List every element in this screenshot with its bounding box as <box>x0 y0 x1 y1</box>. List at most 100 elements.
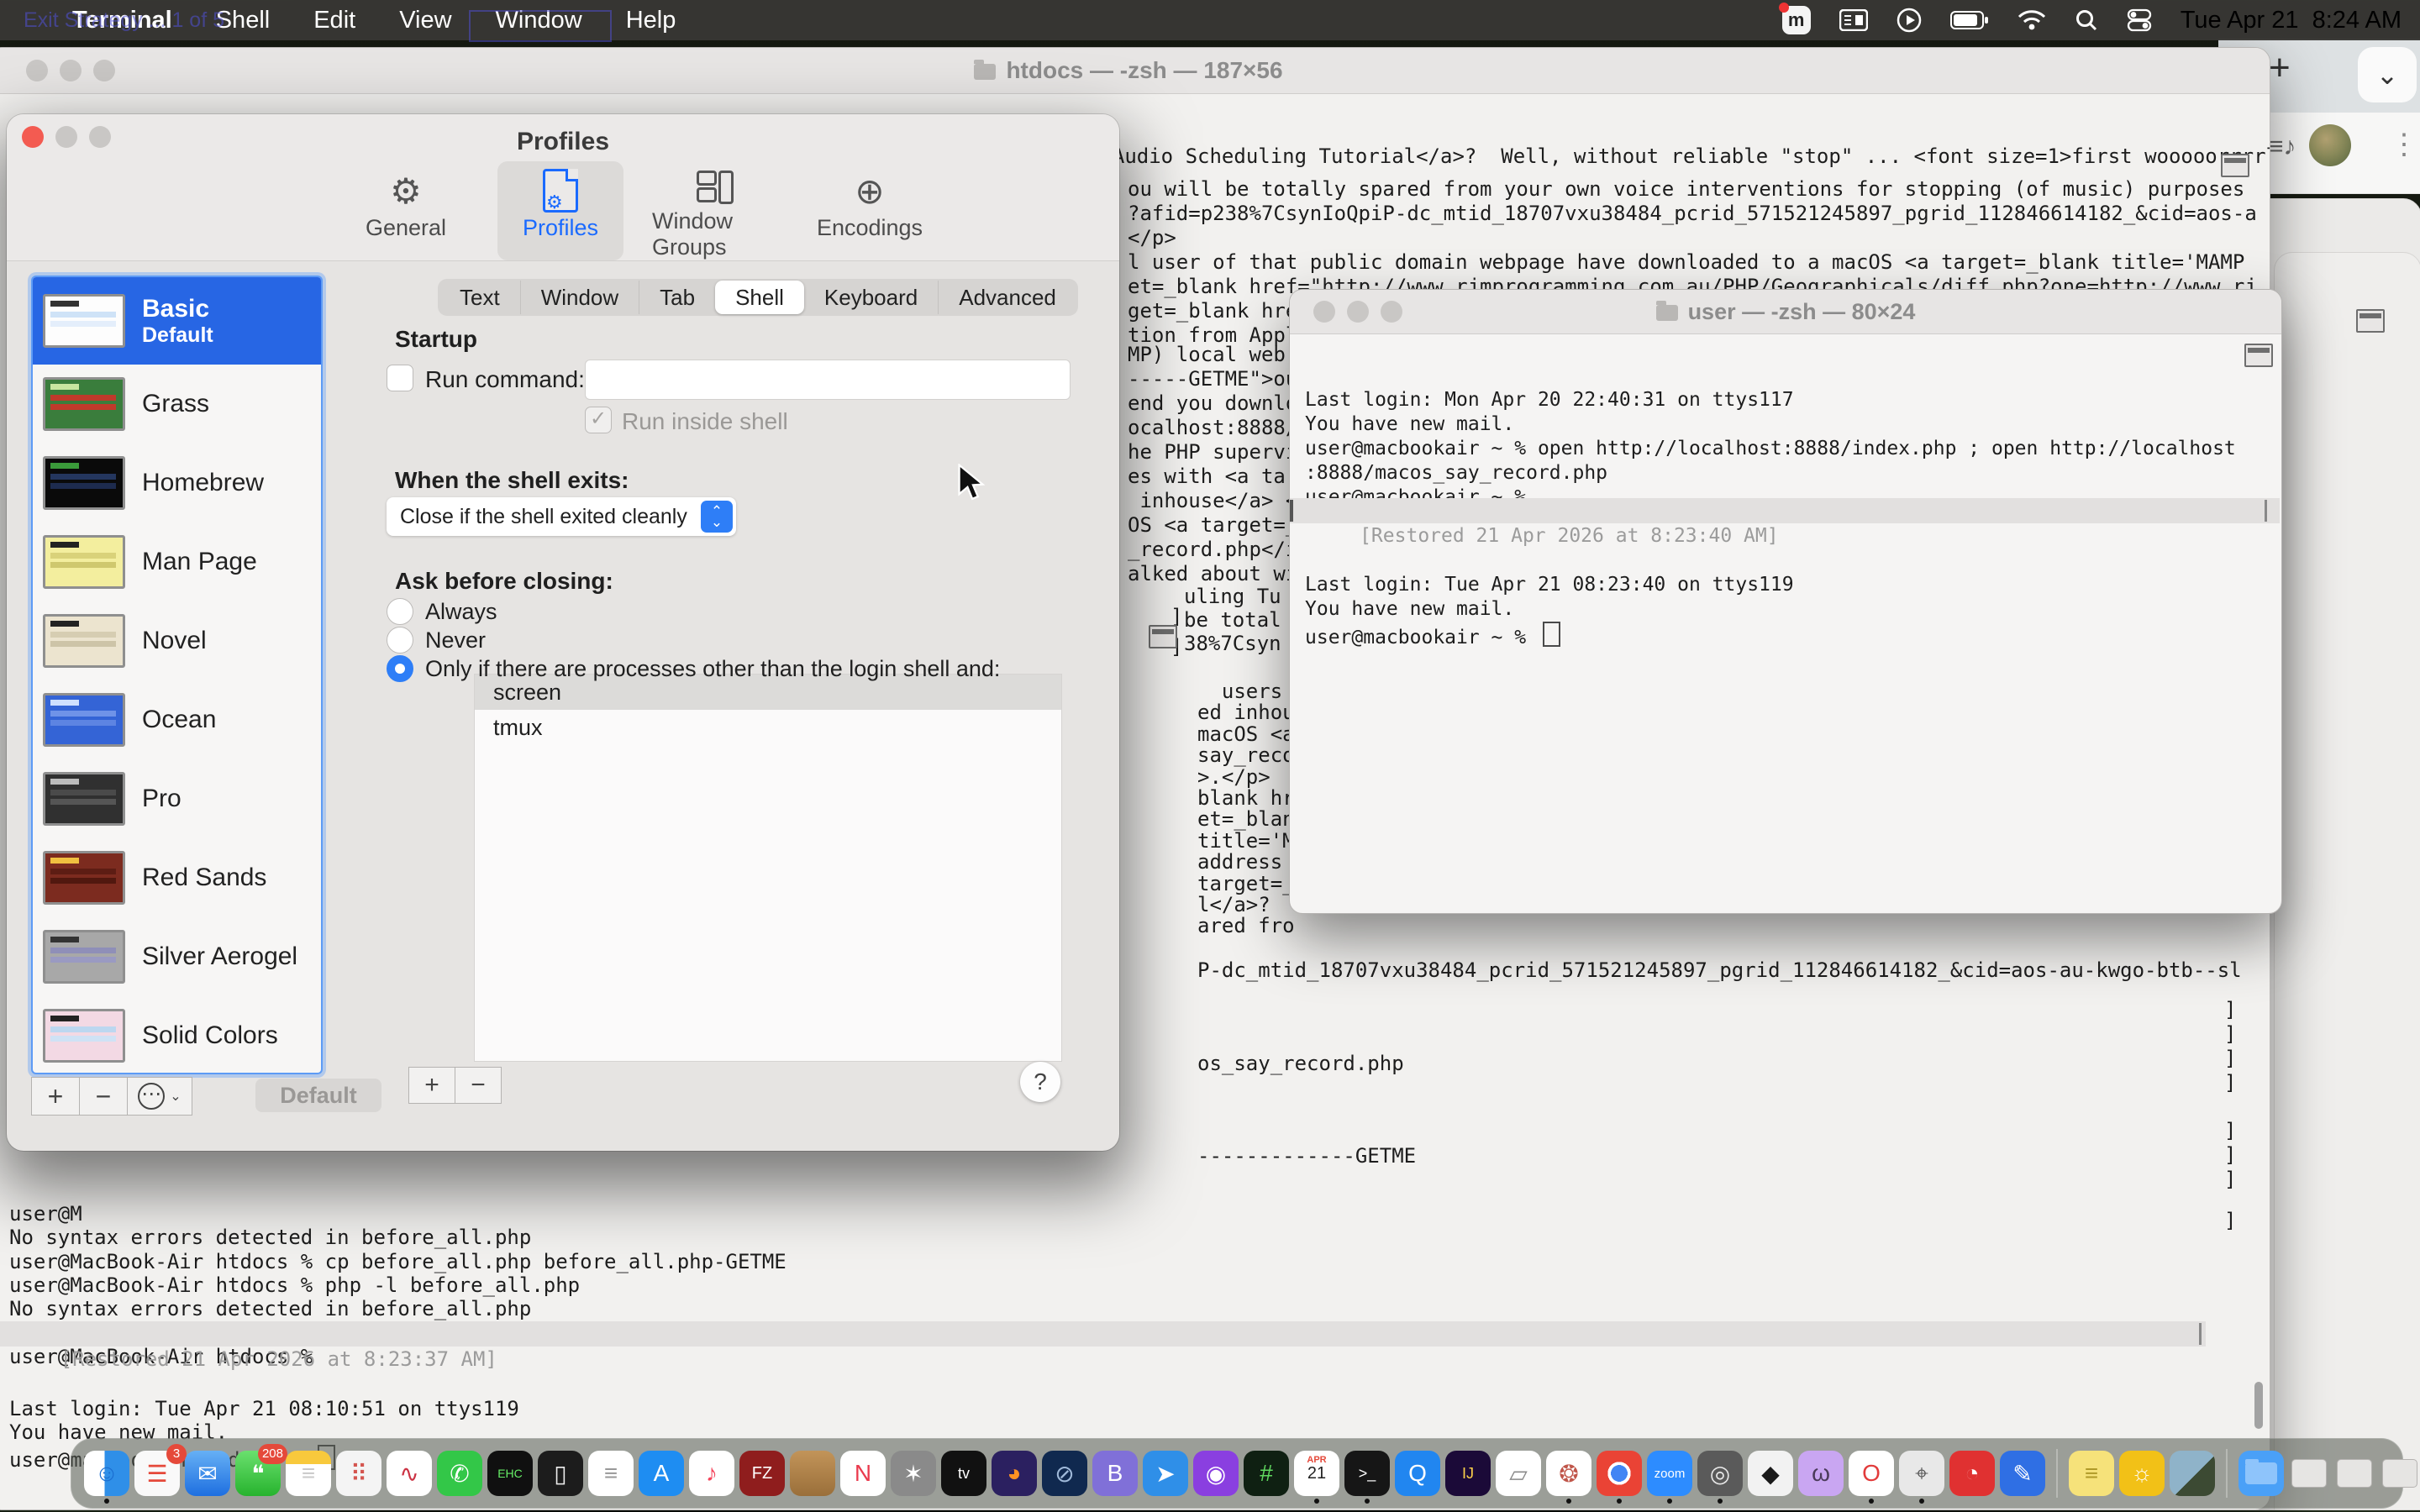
dock-icon-reminders[interactable]: ☰3 <box>134 1451 180 1496</box>
window-controls[interactable] <box>1313 301 1414 327</box>
close-icon[interactable] <box>1313 301 1335 323</box>
tab-advanced[interactable]: Advanced <box>938 281 1076 314</box>
dock-icon-intellij-idea[interactable]: IJ <box>1445 1451 1491 1496</box>
profile-item-solid[interactable]: Solid Colors <box>33 996 321 1074</box>
dock-icon-mail[interactable]: ✉ <box>185 1451 230 1496</box>
process-list[interactable]: screentmux <box>474 674 1062 1062</box>
run-command-input[interactable] <box>585 360 1071 400</box>
dock-icon-music[interactable]: ♪ <box>689 1451 734 1496</box>
tab-window[interactable]: Window <box>520 281 639 314</box>
dock-icon-mini-window-2[interactable] <box>2337 1459 2372 1488</box>
profile-item-homebrew[interactable]: Homebrew <box>33 444 321 522</box>
dock-icon-slash-app[interactable]: ⊘ <box>1042 1451 1087 1496</box>
dock-icon-stickies[interactable]: ≡ <box>2069 1451 2114 1496</box>
toolbar-item-general[interactable]: ⚙General <box>343 161 469 260</box>
zoom-icon[interactable] <box>1381 301 1402 323</box>
profile-tabs[interactable]: TextWindowTabShellKeyboardAdvanced <box>438 279 1078 316</box>
dock-icon-podcasts[interactable]: ◉ <box>1193 1451 1239 1496</box>
tab-shell[interactable]: Shell <box>715 281 804 314</box>
dock-icon-apple-tv[interactable]: tv <box>941 1451 986 1496</box>
dock-icon-cat-app[interactable]: ω <box>1798 1451 1844 1496</box>
tab-text[interactable]: Text <box>439 281 520 314</box>
htdocs-titlebar[interactable]: htdocs — -zsh — 187×56 <box>0 48 2270 94</box>
dock-icon-firefox[interactable]: ◕ <box>992 1451 1037 1496</box>
toolbar-item-encodings[interactable]: ⊕Encodings <box>807 161 933 260</box>
dock-icon-b-app[interactable]: B <box>1092 1451 1138 1496</box>
zoom-icon[interactable] <box>93 60 115 81</box>
tab-keyboard[interactable]: Keyboard <box>804 281 938 314</box>
dock-icon-safari[interactable]: ➤ <box>1143 1451 1188 1496</box>
more-options-button[interactable]: ⋯⌄ <box>127 1077 192 1116</box>
toolbar-item-window-groups[interactable]: Window Groups <box>652 161 778 260</box>
user-terminal-window[interactable]: user — -zsh — 80×24 Last login: Mon Apr … <box>1289 289 2282 914</box>
dock-icon-terminal[interactable]: >_ <box>1344 1451 1390 1496</box>
dock-icon-calendar[interactable]: 21APR <box>1294 1451 1339 1496</box>
user-terminal-content[interactable]: Last login: Mon Apr 20 22:40:31 on ttys1… <box>1290 334 2281 914</box>
profile-item-redsands[interactable]: Red Sands <box>33 838 321 917</box>
kebab-menu-icon[interactable]: ⋮ <box>2390 128 2418 161</box>
menu-help[interactable]: Help <box>626 7 676 34</box>
user-titlebar[interactable]: user — -zsh — 80×24 <box>1290 290 2281 334</box>
dock-icon-preview-document[interactable]: ≡ <box>588 1451 634 1496</box>
dock-icon-tan-app[interactable] <box>790 1451 835 1496</box>
dock-icon-finder[interactable]: ☺ <box>84 1451 129 1496</box>
profile-item-ocean[interactable]: Ocean <box>33 680 321 759</box>
window-controls[interactable] <box>26 60 127 86</box>
process-item-tmux[interactable]: tmux <box>475 710 1061 745</box>
menu-view[interactable]: View <box>399 7 451 34</box>
dock-icon-downloads-folder[interactable] <box>2238 1451 2284 1496</box>
dock-icon-launchpad[interactable]: ⠿ <box>336 1451 381 1496</box>
menu-bar-clock[interactable]: Tue Apr 21 8:24 AM <box>2181 7 2402 34</box>
radio-option-1[interactable] <box>387 598 413 625</box>
dock-icon-keychain[interactable]: ✶ <box>891 1451 936 1496</box>
dock-icon-pages-document[interactable]: ▱ <box>1496 1451 1541 1496</box>
remove-profile-button[interactable]: − <box>79 1077 128 1116</box>
toolbar-item-profiles[interactable]: Profiles <box>497 161 623 260</box>
dock-icon-speedtest[interactable]: ◔ <box>1949 1451 1995 1496</box>
dock-icon-waveform-app[interactable]: ∿ <box>387 1451 432 1496</box>
add-profile-button[interactable]: + <box>31 1077 80 1116</box>
profile-item-silver[interactable]: Silver Aerogel <box>33 917 321 996</box>
dock-icon-mouse-app[interactable]: ⌖ <box>1899 1451 1944 1496</box>
profile-item-manpage[interactable]: Man Page <box>33 522 321 601</box>
dock-icon-app-store[interactable]: A <box>639 1451 684 1496</box>
scrollbar-thumb[interactable] <box>2254 1382 2263 1429</box>
keyboard-window-icon[interactable] <box>1839 9 1868 31</box>
profile-item-novel[interactable]: Novel <box>33 601 321 680</box>
new-tab-icon[interactable]: + <box>2269 47 2291 89</box>
radio-option-2[interactable] <box>387 627 413 654</box>
dock-icon-black-utility[interactable]: EHC <box>487 1451 533 1496</box>
dock-icon-iphone-mirroring[interactable]: ▯ <box>538 1451 583 1496</box>
search-icon[interactable] <box>2075 8 2098 32</box>
add-process-button[interactable]: + <box>408 1067 455 1104</box>
shell-exits-dropdown[interactable]: Close if the shell exited cleanly ⌃⌄ <box>387 497 736 536</box>
dock-icon-mini-window-1[interactable] <box>2291 1459 2327 1488</box>
dock-icon-messages[interactable]: ❝208 <box>235 1451 281 1496</box>
run-inside-shell-checkbox[interactable]: ✓ <box>585 407 612 433</box>
status-app-icon[interactable]: m <box>1782 6 1811 34</box>
avatar[interactable] <box>2309 124 2351 166</box>
dock-icon-chrome[interactable] <box>1597 1451 1642 1496</box>
dock-icon-opera[interactable]: O <box>1849 1451 1894 1496</box>
menu-edit[interactable]: Edit <box>313 7 355 34</box>
profiles-settings-window[interactable]: Profiles ⚙GeneralProfilesWindow Groups⊕E… <box>7 114 1119 1151</box>
dock-icon-filezilla[interactable]: FZ <box>739 1451 785 1496</box>
play-circle-icon[interactable] <box>1897 8 1922 33</box>
minimize-icon[interactable] <box>60 60 82 81</box>
default-button[interactable]: Default <box>255 1079 381 1112</box>
dock-icon-news[interactable]: N <box>840 1451 886 1496</box>
tab-tab[interactable]: Tab <box>639 281 715 314</box>
profile-item-basic[interactable]: BasicDefault <box>33 277 321 365</box>
close-icon[interactable] <box>26 60 48 81</box>
help-button[interactable]: ? <box>1020 1062 1060 1102</box>
dock-icon-pen-app[interactable]: ✎ <box>2000 1451 2045 1496</box>
dock-icon-facetime[interactable]: ✆ <box>437 1451 482 1496</box>
profile-item-pro[interactable]: Pro <box>33 759 321 838</box>
dock-icon-lens-app[interactable]: ◎ <box>1697 1451 1743 1496</box>
remove-process-button[interactable]: − <box>455 1067 502 1104</box>
dock-icon-quicktime[interactable]: Q <box>1395 1451 1440 1496</box>
profile-list[interactable]: BasicDefaultGrassHomebrewMan PageNovelOc… <box>31 276 323 1074</box>
radio-option-3[interactable] <box>387 655 413 682</box>
dock-icon-zoom[interactable]: zoom <box>1647 1451 1692 1496</box>
chevron-down-button[interactable]: ⌄ <box>2358 47 2417 102</box>
